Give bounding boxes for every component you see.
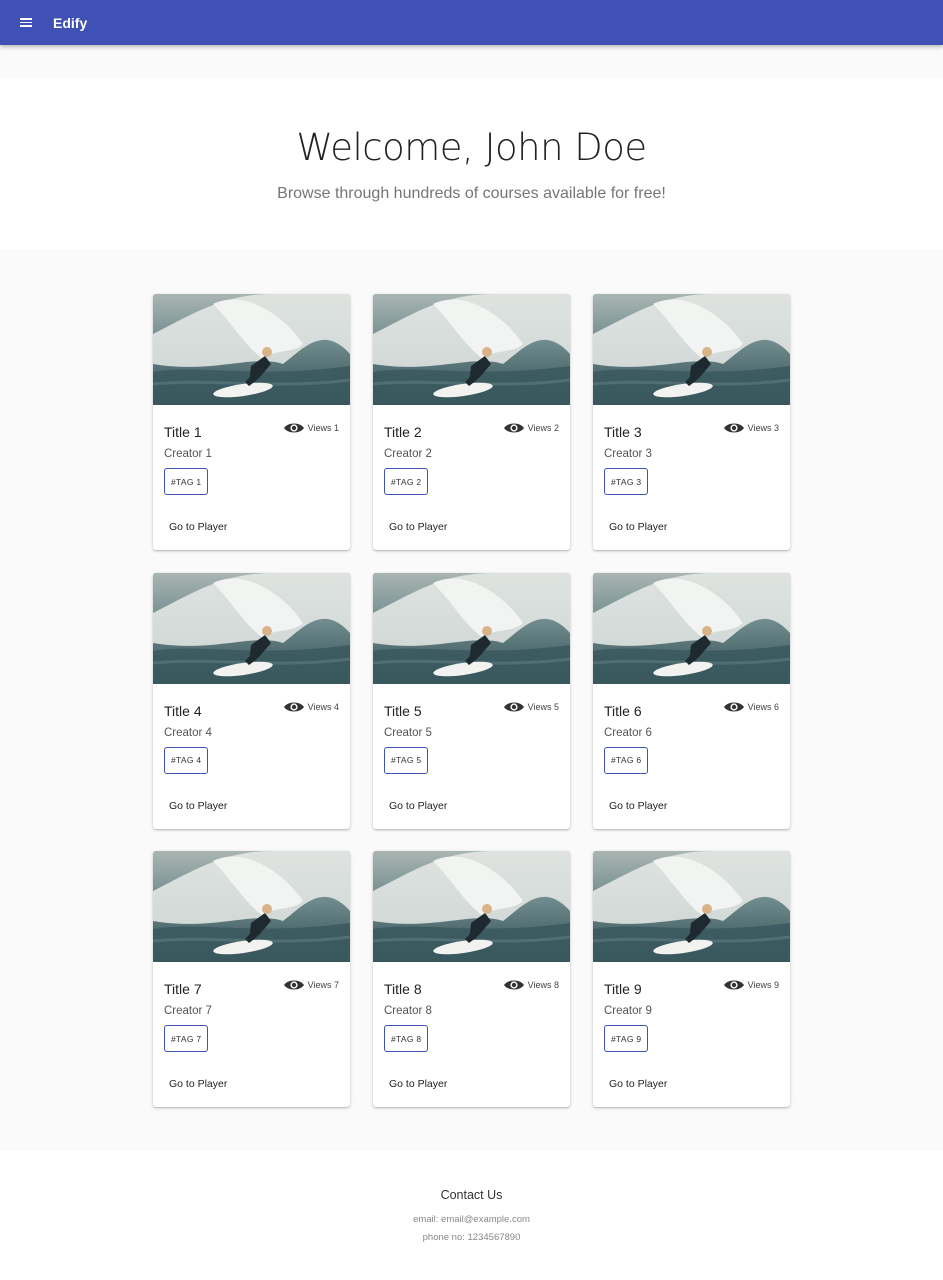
contact-heading: Contact Us xyxy=(440,1188,503,1202)
course-thumbnail xyxy=(153,851,350,962)
course-creator: Creator 2 xyxy=(384,448,432,460)
footer: Contact Us email: email@example.com phon… xyxy=(0,1151,943,1280)
views-counter: Views 1 xyxy=(283,421,339,435)
views-label: Views 4 xyxy=(307,701,339,712)
go-to-player-button[interactable]: Go to Player xyxy=(382,518,454,536)
views-label: Views 3 xyxy=(747,423,779,433)
welcome-heading: Welcome, John Doe xyxy=(296,126,647,169)
course-card: Title 8 Views 8 Creator 8 #TAG 8 Go to P… xyxy=(373,851,570,1107)
views-counter: Views 9 xyxy=(723,978,779,992)
eye-icon xyxy=(283,423,304,433)
course-creator: Creator 1 xyxy=(164,448,212,460)
course-title: Title 6 xyxy=(604,702,642,719)
course-title: Title 8 xyxy=(384,981,422,997)
course-title: Title 1 xyxy=(164,424,202,440)
course-thumbnail xyxy=(373,572,570,684)
brand-title[interactable]: Edify xyxy=(53,15,87,31)
course-thumbnail xyxy=(373,294,570,405)
course-creator: Creator 7 xyxy=(164,1005,212,1017)
course-title: Title 4 xyxy=(164,702,202,719)
course-creator: Creator 8 xyxy=(384,1005,432,1017)
course-thumbnail xyxy=(373,851,570,962)
views-label: Views 7 xyxy=(307,980,339,990)
course-creator: Creator 9 xyxy=(604,1005,652,1017)
eye-icon xyxy=(723,980,744,990)
eye-icon xyxy=(283,980,304,990)
course-tag-chip[interactable]: #TAG 3 xyxy=(604,468,649,495)
go-to-player-button[interactable]: Go to Player xyxy=(602,797,674,815)
views-counter: Views 7 xyxy=(283,978,339,992)
course-tag-chip[interactable]: #TAG 8 xyxy=(384,1025,429,1052)
hero-section: Welcome, John Doe Browse through hundred… xyxy=(0,78,943,249)
course-creator: Creator 5 xyxy=(384,726,432,739)
hero-subtitle: Browse through hundreds of courses avail… xyxy=(277,185,666,202)
eye-icon xyxy=(723,702,744,711)
go-to-player-button[interactable]: Go to Player xyxy=(162,1075,234,1093)
eye-icon xyxy=(503,423,524,433)
course-tag-chip[interactable]: #TAG 6 xyxy=(604,746,649,774)
course-tag-chip[interactable]: #TAG 7 xyxy=(164,1025,209,1052)
course-card: Title 7 Views 7 Creator 7 #TAG 7 Go to P… xyxy=(153,851,350,1107)
go-to-player-button[interactable]: Go to Player xyxy=(382,797,454,815)
course-title: Title 5 xyxy=(384,702,422,719)
views-counter: Views 4 xyxy=(283,700,339,714)
views-counter: Views 2 xyxy=(503,421,559,435)
course-thumbnail xyxy=(153,294,350,405)
go-to-player-button[interactable]: Go to Player xyxy=(382,1075,454,1093)
views-counter: Views 6 xyxy=(723,700,779,714)
views-counter: Views 5 xyxy=(503,700,559,714)
course-card: Title 9 Views 9 Creator 9 #TAG 9 Go to P… xyxy=(593,851,790,1107)
views-label: Views 1 xyxy=(307,423,339,433)
views-label: Views 2 xyxy=(527,423,559,433)
course-creator: Creator 3 xyxy=(604,448,652,460)
course-thumbnail xyxy=(593,294,790,405)
app-bar: Edify xyxy=(0,0,943,45)
course-card: Title 1 Views 1 Creator 1 #TAG 1 Go to P… xyxy=(153,294,350,550)
course-card: Title 2 Views 2 Creator 2 #TAG 2 Go to P… xyxy=(373,294,570,550)
course-tag-chip[interactable]: #TAG 4 xyxy=(164,746,209,774)
course-card: Title 3 Views 3 Creator 3 #TAG 3 Go to P… xyxy=(593,294,790,550)
views-counter: Views 8 xyxy=(503,978,559,992)
views-label: Views 9 xyxy=(747,980,779,990)
course-title: Title 3 xyxy=(604,424,642,440)
contact-phone: phone no: 1234567890 xyxy=(422,1232,521,1243)
eye-icon xyxy=(283,702,304,711)
contact-email: email: email@example.com xyxy=(413,1214,530,1225)
course-creator: Creator 4 xyxy=(164,726,212,739)
go-to-player-button[interactable]: Go to Player xyxy=(602,1075,674,1093)
course-tag-chip[interactable]: #TAG 1 xyxy=(164,468,209,495)
course-title: Title 9 xyxy=(604,981,642,997)
course-title: Title 2 xyxy=(384,424,422,440)
eye-icon xyxy=(503,980,524,990)
eye-icon xyxy=(723,423,744,433)
course-tag-chip[interactable]: #TAG 5 xyxy=(384,746,429,774)
go-to-player-button[interactable]: Go to Player xyxy=(602,518,674,536)
go-to-player-button[interactable]: Go to Player xyxy=(162,518,234,536)
course-thumbnail xyxy=(153,572,350,684)
views-counter: Views 3 xyxy=(723,421,779,435)
course-card: Title 5 Views 5 Creator 5 #TAG 5 Go to P… xyxy=(373,572,570,829)
course-thumbnail xyxy=(593,851,790,962)
views-label: Views 6 xyxy=(747,701,779,712)
course-card: Title 4 Views 4 Creator 4 #TAG 4 Go to P… xyxy=(153,572,350,829)
views-label: Views 8 xyxy=(527,980,559,990)
course-title: Title 7 xyxy=(164,981,202,997)
course-thumbnail xyxy=(593,572,790,684)
menu-icon[interactable] xyxy=(14,11,38,35)
course-tag-chip[interactable]: #TAG 2 xyxy=(384,468,429,495)
go-to-player-button[interactable]: Go to Player xyxy=(162,797,234,815)
course-creator: Creator 6 xyxy=(604,726,652,739)
eye-icon xyxy=(503,702,524,711)
views-label: Views 5 xyxy=(527,701,559,712)
course-tag-chip[interactable]: #TAG 9 xyxy=(604,1025,649,1052)
course-card: Title 6 Views 6 Creator 6 #TAG 6 Go to P… xyxy=(593,572,790,829)
